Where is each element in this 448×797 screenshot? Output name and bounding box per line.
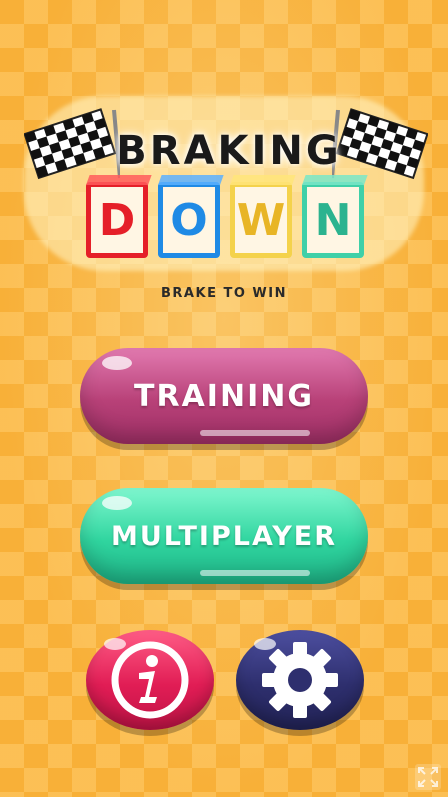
multiplayer-button-label: MULTIPLAYER <box>110 520 338 552</box>
gear-icon <box>262 642 338 718</box>
logo-block-d: D <box>86 182 148 258</box>
settings-button[interactable] <box>236 630 364 730</box>
info-button[interactable] <box>86 630 214 730</box>
game-menu-screen: BRAKING D O W N BRAKE TO WIN TRAINING MU… <box>0 0 448 797</box>
multiplayer-button[interactable]: MULTIPLAYER <box>80 488 368 584</box>
checkered-flag-left-icon <box>24 108 120 180</box>
logo-block-o: O <box>158 182 220 258</box>
info-icon <box>111 641 189 719</box>
logo-block-n: N <box>302 182 364 258</box>
training-button[interactable]: TRAINING <box>80 348 368 444</box>
logo-title-braking: BRAKING <box>116 128 342 174</box>
checkered-flag-right-icon <box>332 108 428 180</box>
game-logo: BRAKING D O W N <box>14 96 434 276</box>
logo-block-w: W <box>230 182 292 258</box>
fullscreen-icon[interactable] <box>414 763 442 791</box>
logo-letter-blocks: D O W N <box>86 176 376 262</box>
tagline: BRAKE TO WIN <box>161 286 287 301</box>
training-button-label: TRAINING <box>134 378 314 414</box>
